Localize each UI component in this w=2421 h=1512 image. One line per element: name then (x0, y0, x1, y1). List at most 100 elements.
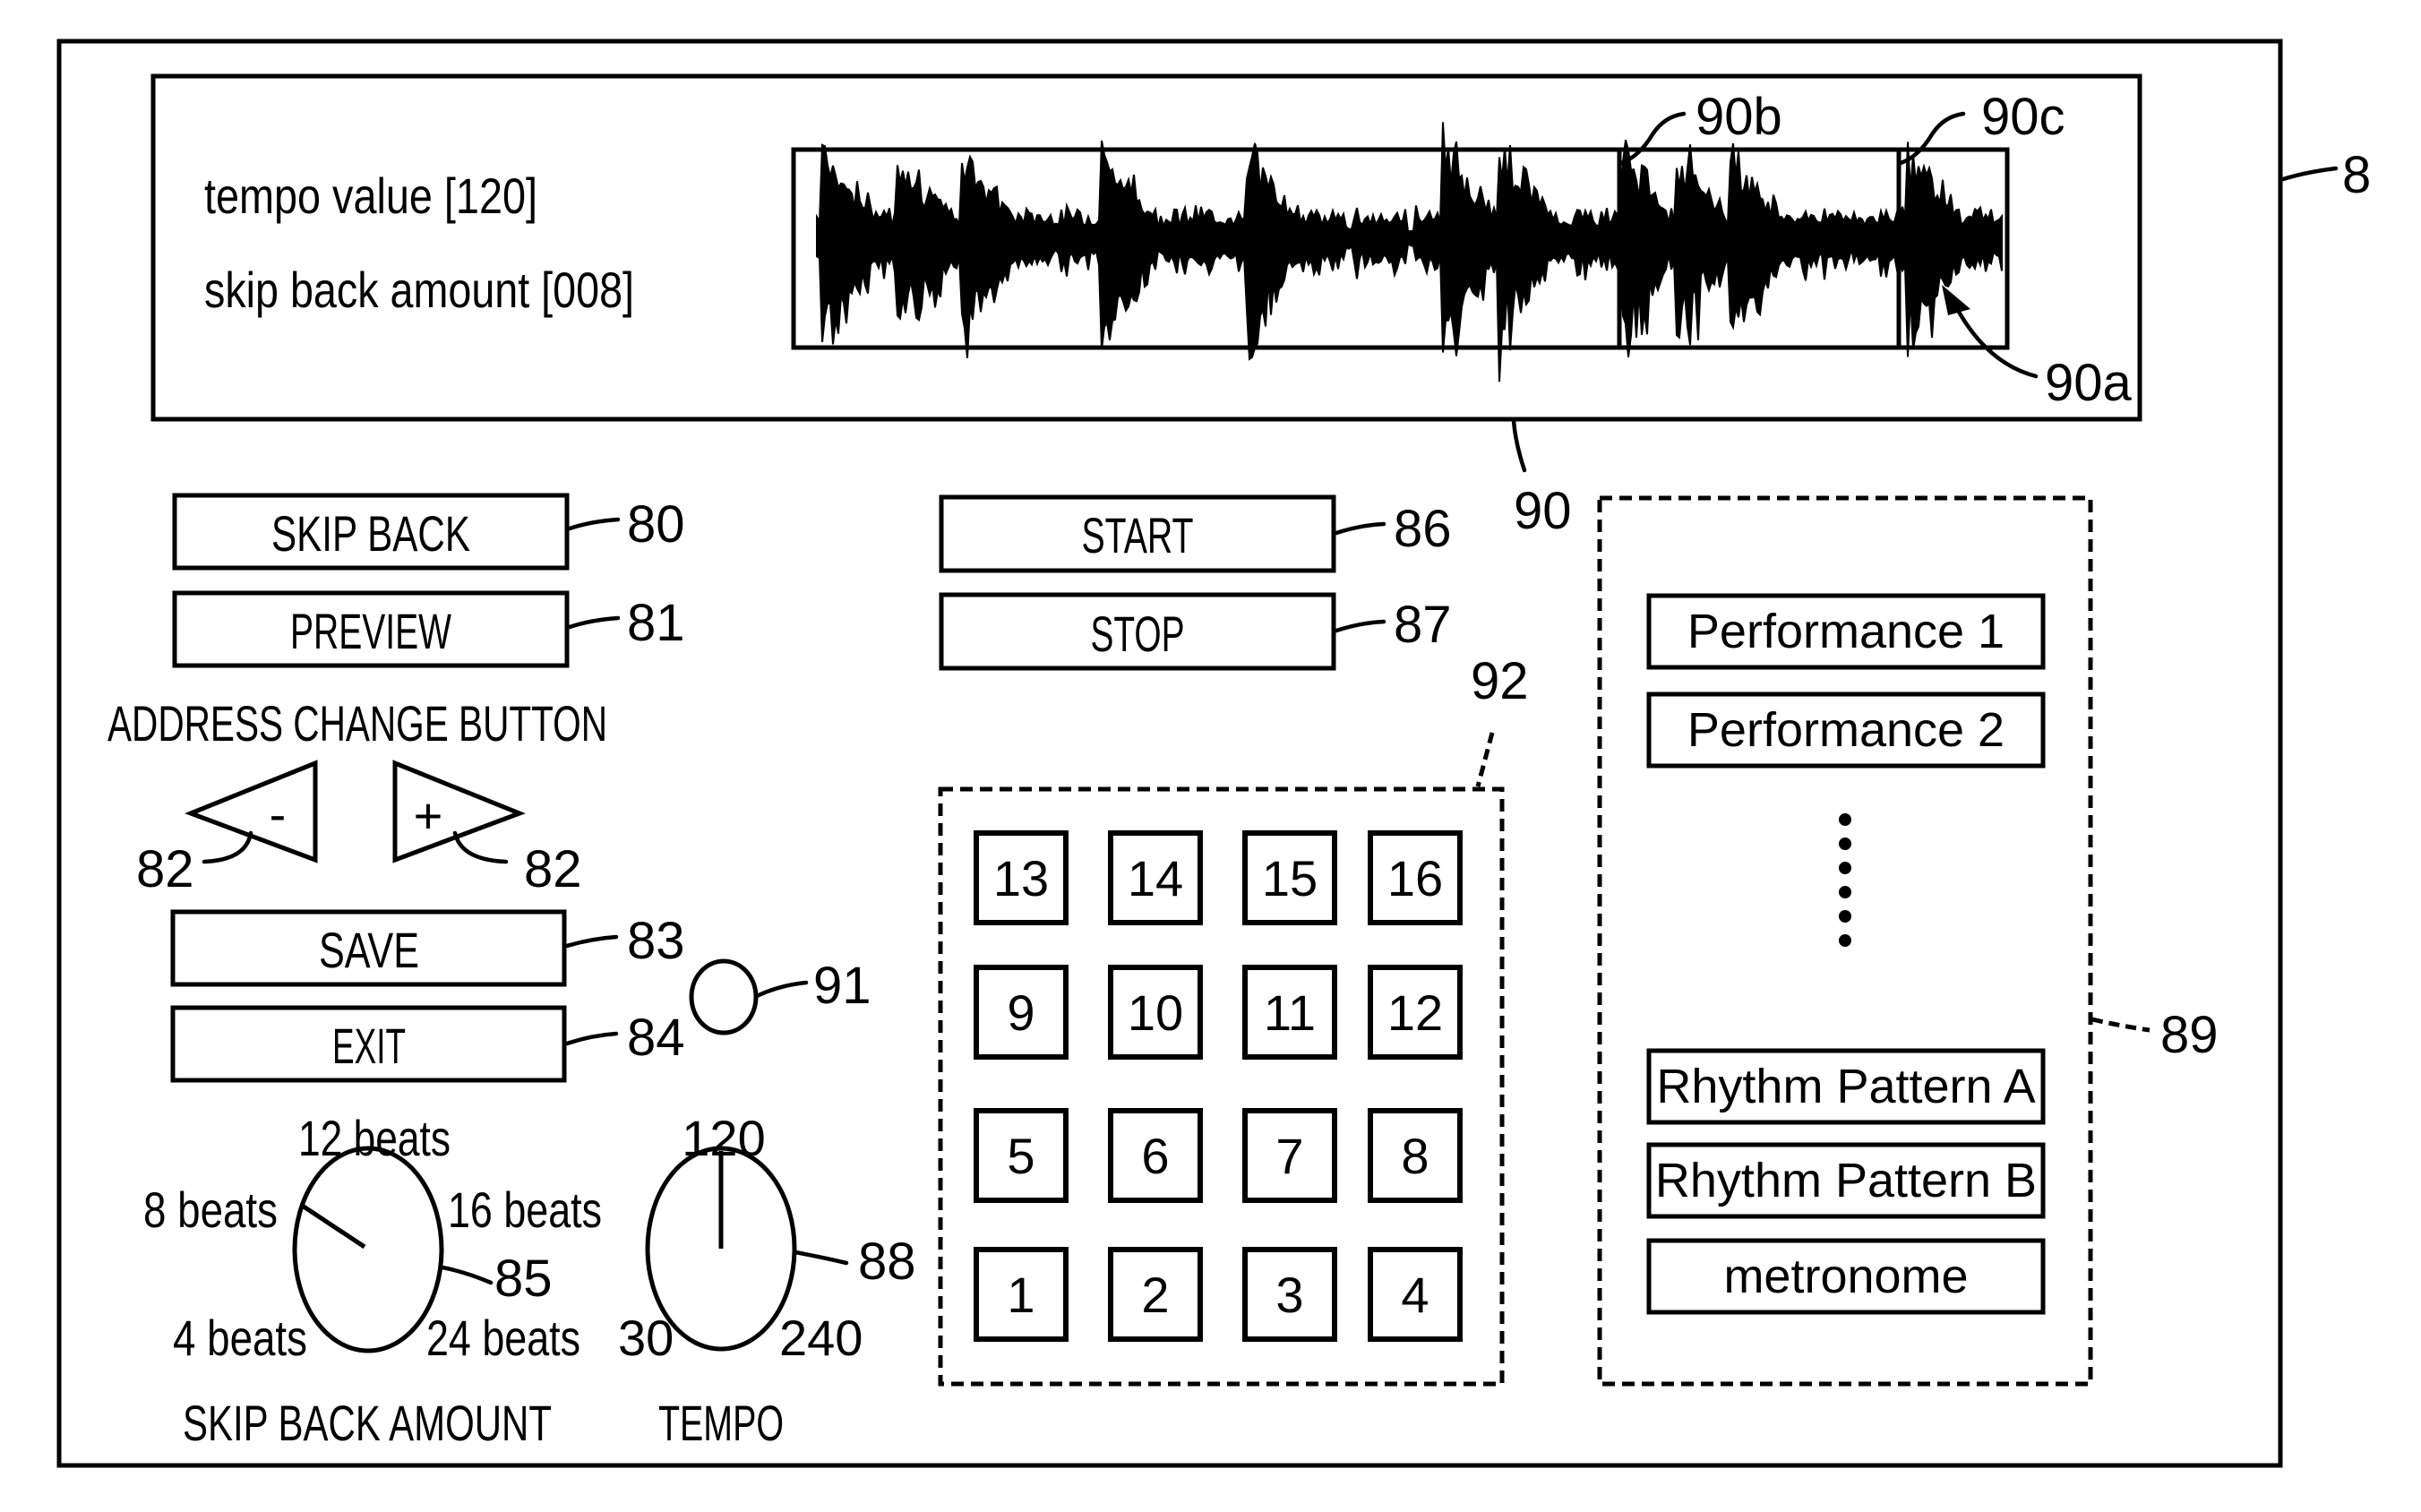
pad-10[interactable]: 10 (1108, 965, 1203, 1060)
marker-90c-label: 90c (1981, 88, 2065, 146)
skip-knob-ref: 85 (494, 1250, 553, 1308)
tempo-title: TEMPO (658, 1395, 784, 1451)
address-minus-button[interactable]: - (185, 760, 318, 863)
pad-label: 5 (1007, 1128, 1035, 1184)
pad-label: 12 (1387, 984, 1443, 1041)
pad-6[interactable]: 6 (1108, 1108, 1203, 1203)
skip-back-label: SKIP BACK (271, 505, 470, 562)
pad-label: 6 (1141, 1128, 1169, 1184)
indicator-leader (754, 980, 809, 999)
stop-leader (1334, 619, 1386, 633)
list-item-label: Rhythm Pattern A (1656, 1060, 2035, 1113)
pad-label: 11 (1264, 984, 1316, 1041)
display-leader-line (1511, 418, 1527, 473)
pad-9[interactable]: 9 (974, 965, 1069, 1060)
pad-label: 4 (1401, 1267, 1429, 1323)
pad-label: 1 (1007, 1267, 1035, 1323)
start-button[interactable]: START (939, 494, 1336, 573)
address-minus-leader (202, 830, 253, 864)
list-item-top-1[interactable]: Performance 2 (1646, 692, 2046, 769)
address-plus-button[interactable]: + (392, 760, 526, 863)
ellipsis-dot (1839, 886, 1851, 898)
address-plus-ref: 82 (524, 840, 582, 898)
list-item-bottom-2[interactable]: metronome (1646, 1238, 2046, 1315)
skip-option-16-beats: 16 beats (448, 1181, 602, 1238)
pad-11[interactable]: 11 (1242, 965, 1337, 1060)
stop-label: STOP (1091, 606, 1185, 662)
pad-16[interactable]: 16 (1368, 830, 1463, 925)
indicator-lamp (689, 958, 759, 1035)
ellipsis-dot (1839, 862, 1851, 874)
ellipsis-dot (1839, 838, 1851, 850)
skip-back-ref: 80 (627, 495, 685, 554)
skip-option-4-beats: 4 beats (173, 1310, 307, 1366)
address-minus-ref: 82 (136, 840, 194, 898)
selection-list: Performance 1 Performance 2 Rhythm Pattern… (1597, 495, 2093, 1387)
music-device-panel: 8 tempo value [120] skip back amount [00… (56, 39, 2371, 1468)
list-item-top-0[interactable]: Performance 1 (1646, 593, 2046, 670)
display-panel: tempo value [120] skip back amount [008]… (150, 73, 2142, 422)
pad-label: 9 (1007, 984, 1035, 1041)
pad-1[interactable]: 1 (974, 1247, 1069, 1342)
preview-button[interactable]: PREVIEW (172, 590, 570, 668)
preview-label: PREVIEW (290, 603, 451, 659)
pad-group-ref: 92 (1471, 652, 1529, 710)
tempo-mid-label: 120 (682, 1110, 765, 1166)
pad-12[interactable]: 12 (1368, 965, 1463, 1060)
tempo-max-label: 240 (779, 1310, 863, 1366)
list-item-bottom-0[interactable]: Rhythm Pattern A (1646, 1048, 2046, 1125)
start-ref: 86 (1394, 500, 1452, 558)
skip-back-leader (567, 517, 621, 531)
frame-ref-label: 8 (2342, 146, 2371, 204)
skip-option-24-beats: 24 beats (426, 1310, 580, 1366)
skip-option-12-beats: 12 beats (298, 1110, 451, 1166)
pad-group: 13 14 15 169 10 11 125 6 7 81 2 3 4 (938, 786, 1505, 1387)
pad-label: 8 (1401, 1128, 1429, 1184)
pad-label: 10 (1128, 984, 1183, 1041)
tempo-knob-leader (793, 1250, 849, 1266)
address-change-title: ADDRESS CHANGE BUTTON (107, 695, 607, 752)
save-button[interactable]: SAVE (170, 909, 567, 987)
skip-option-8-beats: 8 beats (143, 1181, 278, 1238)
list-item-label: metronome (1723, 1250, 1968, 1303)
pad-label: 13 (993, 850, 1049, 906)
pad-14[interactable]: 14 (1108, 830, 1203, 925)
list-item-bottom-1[interactable]: Rhythm Pattern B (1646, 1142, 2046, 1219)
ellipsis-dot (1839, 813, 1851, 826)
plus-icon: + (414, 787, 443, 844)
pad-3[interactable]: 3 (1242, 1247, 1337, 1342)
tempo-value-text: tempo value [120] (204, 168, 537, 224)
skip-back-amount-title: SKIP BACK AMOUNT (183, 1395, 552, 1451)
selection-list-leader (2091, 1017, 2151, 1033)
tempo-min-label: 30 (618, 1310, 674, 1366)
ellipsis-dot (1839, 910, 1851, 923)
save-leader (564, 934, 619, 949)
pad-8[interactable]: 8 (1368, 1108, 1463, 1203)
save-ref: 83 (627, 912, 685, 970)
exit-button[interactable]: EXIT (170, 1005, 567, 1083)
exit-ref: 84 (627, 1009, 685, 1067)
skip-knob-leader (440, 1265, 494, 1285)
skip-back-amount-knob[interactable] (292, 1146, 444, 1353)
pad-4[interactable]: 4 (1368, 1247, 1463, 1342)
pad-2[interactable]: 2 (1108, 1247, 1203, 1342)
start-leader (1334, 521, 1386, 536)
preview-leader (567, 615, 621, 630)
list-item-label: Performance 1 (1687, 605, 2005, 658)
ellipsis-dot (1839, 934, 1851, 947)
skip-back-button[interactable]: SKIP BACK (172, 493, 570, 571)
skip-back-amount-text: skip back amount [008] (204, 262, 634, 318)
pad-label: 15 (1262, 850, 1318, 906)
pad-15[interactable]: 15 (1242, 830, 1337, 925)
tempo-knob-ref: 88 (858, 1233, 916, 1291)
stop-button[interactable]: STOP (939, 592, 1336, 671)
list-item-label: Performance 2 (1687, 703, 2005, 757)
start-label: START (1082, 507, 1194, 563)
minus-icon: - (270, 786, 287, 842)
pad-5[interactable]: 5 (974, 1108, 1069, 1203)
pad-13[interactable]: 13 (974, 830, 1069, 925)
pad-7[interactable]: 7 (1242, 1108, 1337, 1203)
selection-list-ref: 89 (2160, 1006, 2219, 1064)
display-ref-label: 90 (1514, 482, 1572, 540)
exit-leader (564, 1031, 619, 1046)
